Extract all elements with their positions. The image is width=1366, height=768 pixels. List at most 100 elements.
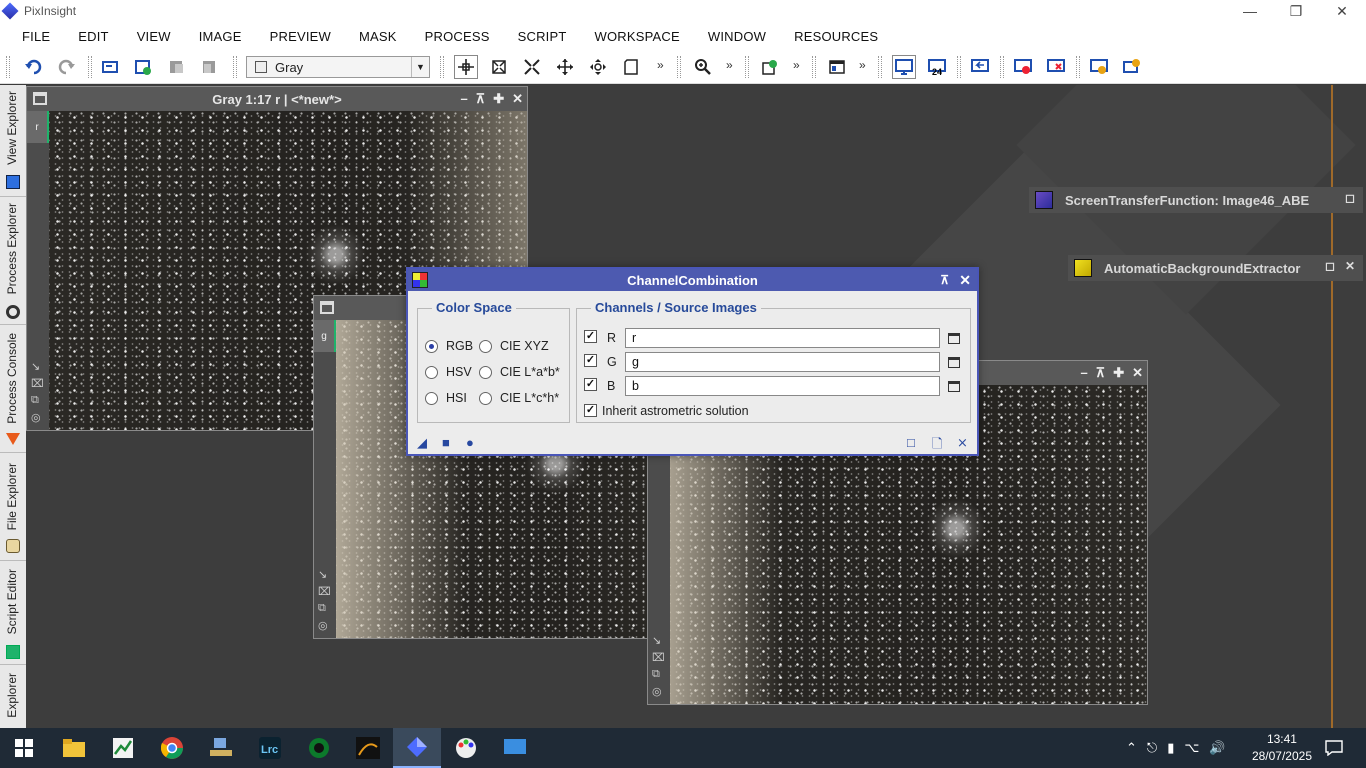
close-icon[interactable]: ✕ bbox=[959, 272, 971, 289]
channel-b-source-input[interactable]: b bbox=[625, 376, 940, 396]
browse-documentation-icon[interactable]: □ bbox=[907, 435, 915, 450]
tab-explorer[interactable]: Explorer bbox=[0, 665, 26, 728]
channel-g-source-input[interactable]: g bbox=[625, 352, 940, 372]
wifi-icon[interactable]: ⌥ bbox=[1184, 740, 1199, 756]
volume-icon[interactable]: 🔊 bbox=[1209, 740, 1225, 756]
inherit-astrometric-checkbox[interactable]: ✓ bbox=[584, 404, 597, 417]
maximize-icon[interactable]: ✚ bbox=[1113, 365, 1124, 381]
tab-process-console[interactable]: Process Console bbox=[0, 325, 26, 453]
notification-icon[interactable] bbox=[1325, 728, 1343, 768]
menu-view[interactable]: VIEW bbox=[123, 29, 185, 44]
network-app-icon[interactable] bbox=[197, 728, 245, 768]
select-view-icon[interactable] bbox=[948, 381, 960, 392]
move-icon[interactable] bbox=[587, 56, 609, 78]
channel-g-checkbox[interactable]: ✓ bbox=[584, 354, 597, 367]
menu-image[interactable]: IMAGE bbox=[185, 29, 256, 44]
usb-icon[interactable]: ⎋ bbox=[1147, 740, 1157, 756]
menu-edit[interactable]: EDIT bbox=[64, 29, 122, 44]
more-chevron[interactable]: » bbox=[859, 58, 866, 72]
page-icon[interactable] bbox=[620, 56, 642, 78]
radio-rgb[interactable]: RGB bbox=[425, 339, 473, 353]
menu-process[interactable]: PROCESS bbox=[411, 29, 504, 44]
menu-script[interactable]: SCRIPT bbox=[504, 29, 581, 44]
radio-cie-xyz[interactable]: CIE XYZ bbox=[479, 339, 549, 353]
expand-icon[interactable]: ◻ bbox=[1345, 191, 1355, 205]
zoom-to-fit-icon[interactable] bbox=[488, 56, 510, 78]
tab-process-explorer[interactable]: Process Explorer bbox=[0, 197, 26, 325]
restore-button[interactable]: ❐ bbox=[1273, 0, 1319, 22]
image-properties-icon[interactable] bbox=[99, 56, 121, 78]
fit-icon[interactable]: ⌧ bbox=[31, 377, 44, 390]
menu-workspace[interactable]: WORKSPACE bbox=[581, 29, 694, 44]
arrow-icon[interactable]: ↘ bbox=[31, 360, 44, 373]
target-icon[interactable]: ◎ bbox=[318, 619, 331, 632]
minimize-icon[interactable]: – bbox=[460, 91, 467, 107]
mount-control-icon[interactable] bbox=[295, 728, 343, 768]
view-tag[interactable]: r bbox=[27, 111, 49, 143]
lightroom-icon[interactable]: Lrc bbox=[246, 728, 294, 768]
remote-desktop-icon[interactable] bbox=[491, 728, 539, 768]
close-icon[interactable]: ✕ bbox=[1345, 259, 1355, 273]
channel-r-checkbox[interactable]: ✓ bbox=[584, 330, 597, 343]
tab-view-explorer[interactable]: View Explorer bbox=[0, 85, 26, 197]
menu-preview[interactable]: PREVIEW bbox=[256, 29, 345, 44]
arrow-icon[interactable]: ↘ bbox=[652, 634, 665, 647]
new-image-icon[interactable] bbox=[132, 56, 154, 78]
pixinsight-taskbar-icon[interactable] bbox=[393, 728, 441, 768]
shade-icon[interactable]: ⊼ bbox=[940, 273, 949, 287]
tab-file-explorer[interactable]: File Explorer bbox=[0, 453, 26, 561]
shade-icon[interactable]: ⊼ bbox=[476, 91, 486, 107]
shrink-icon[interactable] bbox=[521, 56, 543, 78]
arrow-icon[interactable]: ↘ bbox=[318, 568, 331, 581]
menu-window[interactable]: WINDOW bbox=[694, 29, 780, 44]
radio-cie-lab[interactable]: CIE L*a*b* bbox=[479, 365, 560, 379]
fit-icon[interactable]: ⌧ bbox=[318, 585, 331, 598]
apply-icon[interactable]: ● bbox=[466, 435, 474, 450]
auto-stretch-icon[interactable] bbox=[1121, 56, 1143, 78]
view-selector[interactable]: Gray ▼ bbox=[246, 56, 430, 78]
radio-hsv[interactable]: HSV bbox=[425, 365, 472, 379]
minimize-button[interactable]: — bbox=[1227, 0, 1273, 22]
reset-icon[interactable]: ⨯ bbox=[957, 435, 968, 451]
spreadsheet-app-icon[interactable] bbox=[99, 728, 147, 768]
dialog-title[interactable]: ChannelCombination bbox=[408, 269, 977, 291]
undo-icon[interactable] bbox=[22, 56, 44, 78]
radio-cie-lch[interactable]: CIE L*c*h* bbox=[479, 391, 559, 405]
more-chevron[interactable]: » bbox=[726, 58, 733, 72]
file-explorer-icon[interactable] bbox=[50, 728, 98, 768]
bit-depth-icon[interactable]: 24 bbox=[926, 56, 948, 78]
fit-icon[interactable]: ⌧ bbox=[652, 651, 665, 664]
apply-global-icon[interactable]: ■ bbox=[442, 435, 450, 450]
menu-resources[interactable]: RESOURCES bbox=[780, 29, 892, 44]
clock[interactable]: 13:41 28/07/2025 bbox=[1252, 731, 1312, 765]
readout-mode-icon[interactable] bbox=[454, 55, 478, 79]
minimize-icon[interactable]: – bbox=[1080, 365, 1087, 381]
chevron-up-icon[interactable]: ⌃ bbox=[1126, 740, 1137, 756]
more-chevron[interactable]: » bbox=[793, 58, 800, 72]
windows-start-icon[interactable] bbox=[0, 728, 48, 768]
expand-icon[interactable]: ◻ bbox=[1325, 259, 1335, 273]
process-icon-abe[interactable]: AutomaticBackgroundExtractor ◻ ✕ bbox=[1068, 255, 1363, 281]
edit-instance-icon[interactable]: 🗋 bbox=[932, 435, 942, 457]
view-tag[interactable]: g bbox=[314, 320, 336, 352]
image-window-title[interactable]: Gray 1:17 r | <*new*> bbox=[27, 87, 527, 111]
more-chevron[interactable]: » bbox=[657, 58, 664, 72]
channel-b-checkbox[interactable]: ✓ bbox=[584, 378, 597, 391]
chrome-icon[interactable] bbox=[148, 728, 196, 768]
copy-icon[interactable]: ⧉ bbox=[652, 668, 665, 681]
paint-app-icon[interactable] bbox=[442, 728, 490, 768]
copy-icon[interactable]: ⧉ bbox=[318, 602, 331, 615]
radio-hsi[interactable]: HSI bbox=[425, 391, 467, 405]
select-view-icon[interactable] bbox=[948, 357, 960, 368]
capture-app-icon[interactable] bbox=[344, 728, 392, 768]
duplicate-icon[interactable] bbox=[165, 56, 187, 78]
new-preview-icon[interactable] bbox=[759, 56, 781, 78]
tab-script-editor[interactable]: Script Editor bbox=[0, 561, 26, 665]
close-icon[interactable]: ✕ bbox=[1132, 365, 1143, 381]
screen-transfer-icon[interactable] bbox=[892, 55, 916, 79]
close-all-icon[interactable] bbox=[1045, 56, 1067, 78]
reset-stf-icon[interactable] bbox=[969, 56, 991, 78]
target-icon[interactable]: ◎ bbox=[31, 411, 44, 424]
track-view-icon[interactable] bbox=[1088, 56, 1110, 78]
menu-file[interactable]: FILE bbox=[8, 29, 64, 44]
